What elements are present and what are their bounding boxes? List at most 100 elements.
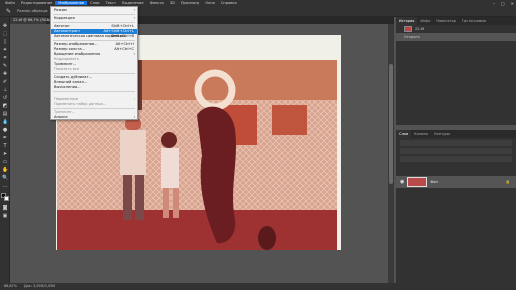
menu-item-label: Внешний канал... (54, 80, 88, 84)
gradient-tool-icon[interactable]: ▤ (2, 111, 8, 117)
tab-history[interactable]: История (396, 17, 418, 25)
menu-layers[interactable]: Слои (87, 1, 102, 5)
submenu-arrow-icon: › (133, 16, 135, 20)
history-brush-icon[interactable]: ↺ (2, 95, 8, 101)
menu-text[interactable]: Текст (103, 1, 120, 5)
hand-tool-icon[interactable]: ✋ (2, 167, 8, 173)
sample-size-label: Размер образца: (17, 9, 49, 13)
menu-item-shortcut: Shift+Ctrl+B (110, 34, 134, 38)
menu-item-label: Автоконтраст (54, 29, 81, 33)
menu-help[interactable]: Справка (218, 1, 240, 5)
maximize-icon[interactable]: □ (501, 1, 505, 6)
submenu-arrow-icon: › (133, 115, 135, 119)
scrollbar-thumb[interactable] (389, 64, 393, 184)
snapshot-thumbnail (404, 26, 412, 32)
tab-layers[interactable]: Слои (396, 130, 412, 138)
layers-panel-tabs: Слои Каналы Контуры (396, 130, 516, 138)
tab-histogram[interactable]: Гистограмма (459, 19, 489, 23)
menu-item-calculations[interactable]: Вычисления... (51, 85, 137, 90)
minimize-icon[interactable]: – (493, 1, 495, 6)
menu-item-label: Автотон (54, 24, 70, 28)
menu-item-label: Размер холста... (54, 47, 85, 51)
menu-filter[interactable]: Фильтр (147, 1, 167, 5)
marquee-tool-icon[interactable]: ⬚ (2, 31, 8, 37)
history-snapshot[interactable]: 22.tif (396, 25, 516, 33)
type-tool-icon[interactable]: T (2, 143, 8, 149)
tools-panel: ✥ ⬚ ɭ ✦ ⌗ ✎ ✚ ✐ ⊥ ↺ ◩ ▤ 💧 ● ✒ T ➤ ▭ ✋ 🔍 … (0, 17, 10, 283)
history-step-label: Открыть (404, 35, 420, 39)
zoom-tool-icon[interactable]: 🔍 (2, 175, 8, 181)
menu-item-adjustments[interactable]: Коррекция › (51, 16, 137, 21)
quick-mask-icon[interactable]: ◙ (2, 205, 8, 211)
menu-window[interactable]: Окно (202, 1, 218, 5)
menu-item-label: Коррекция (54, 16, 75, 20)
tab-paths[interactable]: Контуры (431, 132, 453, 136)
eyedropper-tool-icon[interactable]: ✎ (2, 63, 8, 69)
lasso-tool-icon[interactable]: ɭ (2, 39, 8, 45)
screen-mode-icon[interactable]: ▣ (2, 213, 8, 219)
menu-item-auto-color[interactable]: Автоматическая цветовая коррекция Shift+C… (51, 34, 137, 39)
menu-separator (53, 108, 135, 109)
eraser-tool-icon[interactable]: ◩ (2, 103, 8, 109)
menu-edit[interactable]: Редактирование (18, 1, 55, 5)
status-bar: 66,67% Док: 3,05M/3,05M (0, 283, 516, 290)
menu-item-label: Вращение изображения (54, 52, 101, 56)
blur-tool-icon[interactable]: 💧 (2, 119, 8, 125)
menu-select[interactable]: Выделение (119, 1, 146, 5)
menu-3d[interactable]: 3D (167, 1, 178, 5)
snapshot-label: 22.tif (415, 27, 425, 31)
menu-item-mode[interactable]: Режим › (51, 8, 137, 13)
menu-item-label: Создать дубликат... (54, 75, 93, 79)
layer-filter-bar[interactable] (400, 140, 512, 146)
menu-item-analysis[interactable]: Анализ › (51, 115, 137, 120)
menu-separator (53, 73, 135, 74)
more-tools-icon[interactable]: … (2, 183, 8, 189)
path-select-tool-icon[interactable]: ➤ (2, 151, 8, 157)
pen-tool-icon[interactable]: ✒ (2, 135, 8, 141)
stamp-tool-icon[interactable]: ⊥ (2, 87, 8, 93)
background-color-swatch[interactable] (4, 196, 9, 201)
image-menu-dropdown: Режим › Коррекция › Автотон Shift+Ctrl+L Ав… (50, 6, 138, 120)
quick-select-tool-icon[interactable]: ✦ (2, 47, 8, 53)
eyedropper-icon[interactable]: ✎ (6, 8, 11, 15)
dodge-tool-icon[interactable]: ● (2, 127, 8, 133)
menu-image[interactable]: Изображение (55, 1, 88, 5)
visibility-eye-icon[interactable]: ◉ (400, 179, 404, 185)
history-step-open[interactable]: Открыть (396, 33, 516, 41)
history-panel-tabs: История Инфо Навигатор Гистограмма (396, 17, 516, 25)
menu-item-label: Размер изображения... (54, 42, 98, 46)
menu-item-label: Режим (54, 8, 67, 12)
layer-thumbnail (407, 177, 428, 187)
menu-view[interactable]: Просмотр (178, 1, 202, 5)
tab-info[interactable]: Инфо (417, 19, 433, 23)
menu-item-label: Переменные (54, 97, 79, 101)
layer-name: Фон (430, 180, 438, 184)
menu-item-label: Анализ (54, 115, 68, 119)
menu-item-label: Треппинг... (54, 110, 76, 114)
document-tab-title: 22.tif @ 66,7% (RGB/8) (13, 18, 54, 22)
menu-separator (53, 22, 135, 23)
menu-file[interactable]: Файл (2, 1, 18, 5)
close-icon[interactable]: ✕ (511, 1, 514, 6)
move-tool-icon[interactable]: ✥ (2, 23, 8, 29)
blend-mode-select[interactable] (400, 148, 512, 154)
crop-tool-icon[interactable]: ⌗ (2, 55, 8, 61)
vertical-scrollbar[interactable] (388, 24, 394, 283)
document-tab[interactable]: 22.tif @ 66,7% (RGB/8) (10, 17, 54, 24)
lock-icon: 🔒 (505, 180, 510, 184)
history-panel: История Инфо Навигатор Гистограмма 22.ti… (396, 17, 516, 125)
lock-options-bar[interactable] (400, 156, 512, 162)
zoom-level[interactable]: 66,67% (4, 284, 17, 288)
layers-panel: Слои Каналы Контуры ◉ Фон 🔒 (396, 130, 516, 283)
brush-tool-icon[interactable]: ✐ (2, 79, 8, 85)
tab-navigator[interactable]: Навигатор (433, 19, 459, 23)
tab-channels[interactable]: Каналы (411, 132, 431, 136)
healing-tool-icon[interactable]: ✚ (2, 71, 8, 77)
menu-item-apply-data-set: Применить набор данных... (51, 102, 137, 107)
menu-item-label: Вычисления... (54, 85, 81, 89)
menu-item-label: Тримминг... (54, 62, 77, 66)
layer-row-background[interactable]: ◉ Фон 🔒 (396, 176, 516, 188)
shape-tool-icon[interactable]: ▭ (2, 159, 8, 165)
menu-separator (53, 40, 135, 41)
menu-separator (53, 91, 135, 92)
